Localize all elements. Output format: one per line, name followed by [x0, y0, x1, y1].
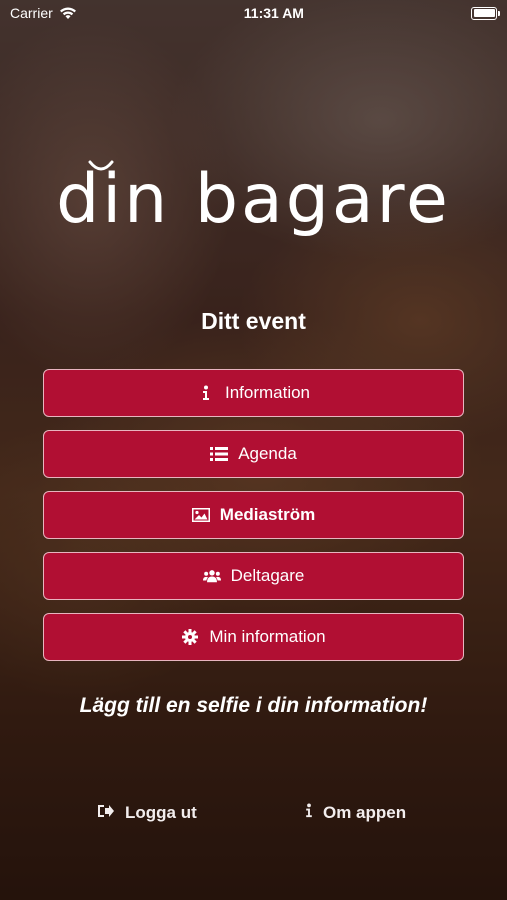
mediastream-button[interactable]: Mediaström — [43, 491, 464, 539]
users-icon — [202, 568, 221, 584]
main-menu: Information Agenda Mediaström Deltagare — [43, 369, 464, 661]
information-label: Information — [224, 383, 311, 402]
page-title: Ditt event — [201, 308, 306, 334]
my-information-button[interactable]: Min information — [43, 613, 464, 661]
agenda-button[interactable]: Agenda — [43, 430, 464, 478]
list-icon — [210, 446, 229, 462]
brand-logo: din bagare — [56, 160, 451, 239]
my-information-label: Min information — [209, 627, 326, 646]
info-icon — [197, 385, 215, 401]
participants-button[interactable]: Deltagare — [43, 552, 464, 600]
about-app-link[interactable]: Om appen — [305, 803, 406, 823]
selfie-prompt: Lägg till en selfie i din information! — [79, 694, 428, 717]
image-icon — [191, 507, 210, 523]
about-app-label: Om appen — [323, 803, 407, 822]
information-button[interactable]: Information — [43, 369, 464, 417]
logout-label: Logga ut — [125, 803, 197, 822]
participants-label: Deltagare — [230, 566, 305, 585]
agenda-label: Agenda — [238, 444, 297, 463]
info-icon — [305, 803, 313, 823]
mediastream-label: Mediaström — [219, 505, 316, 524]
logout-link[interactable]: Logga ut — [97, 803, 197, 823]
sign-out-icon — [97, 803, 115, 823]
gear-icon — [181, 629, 199, 645]
